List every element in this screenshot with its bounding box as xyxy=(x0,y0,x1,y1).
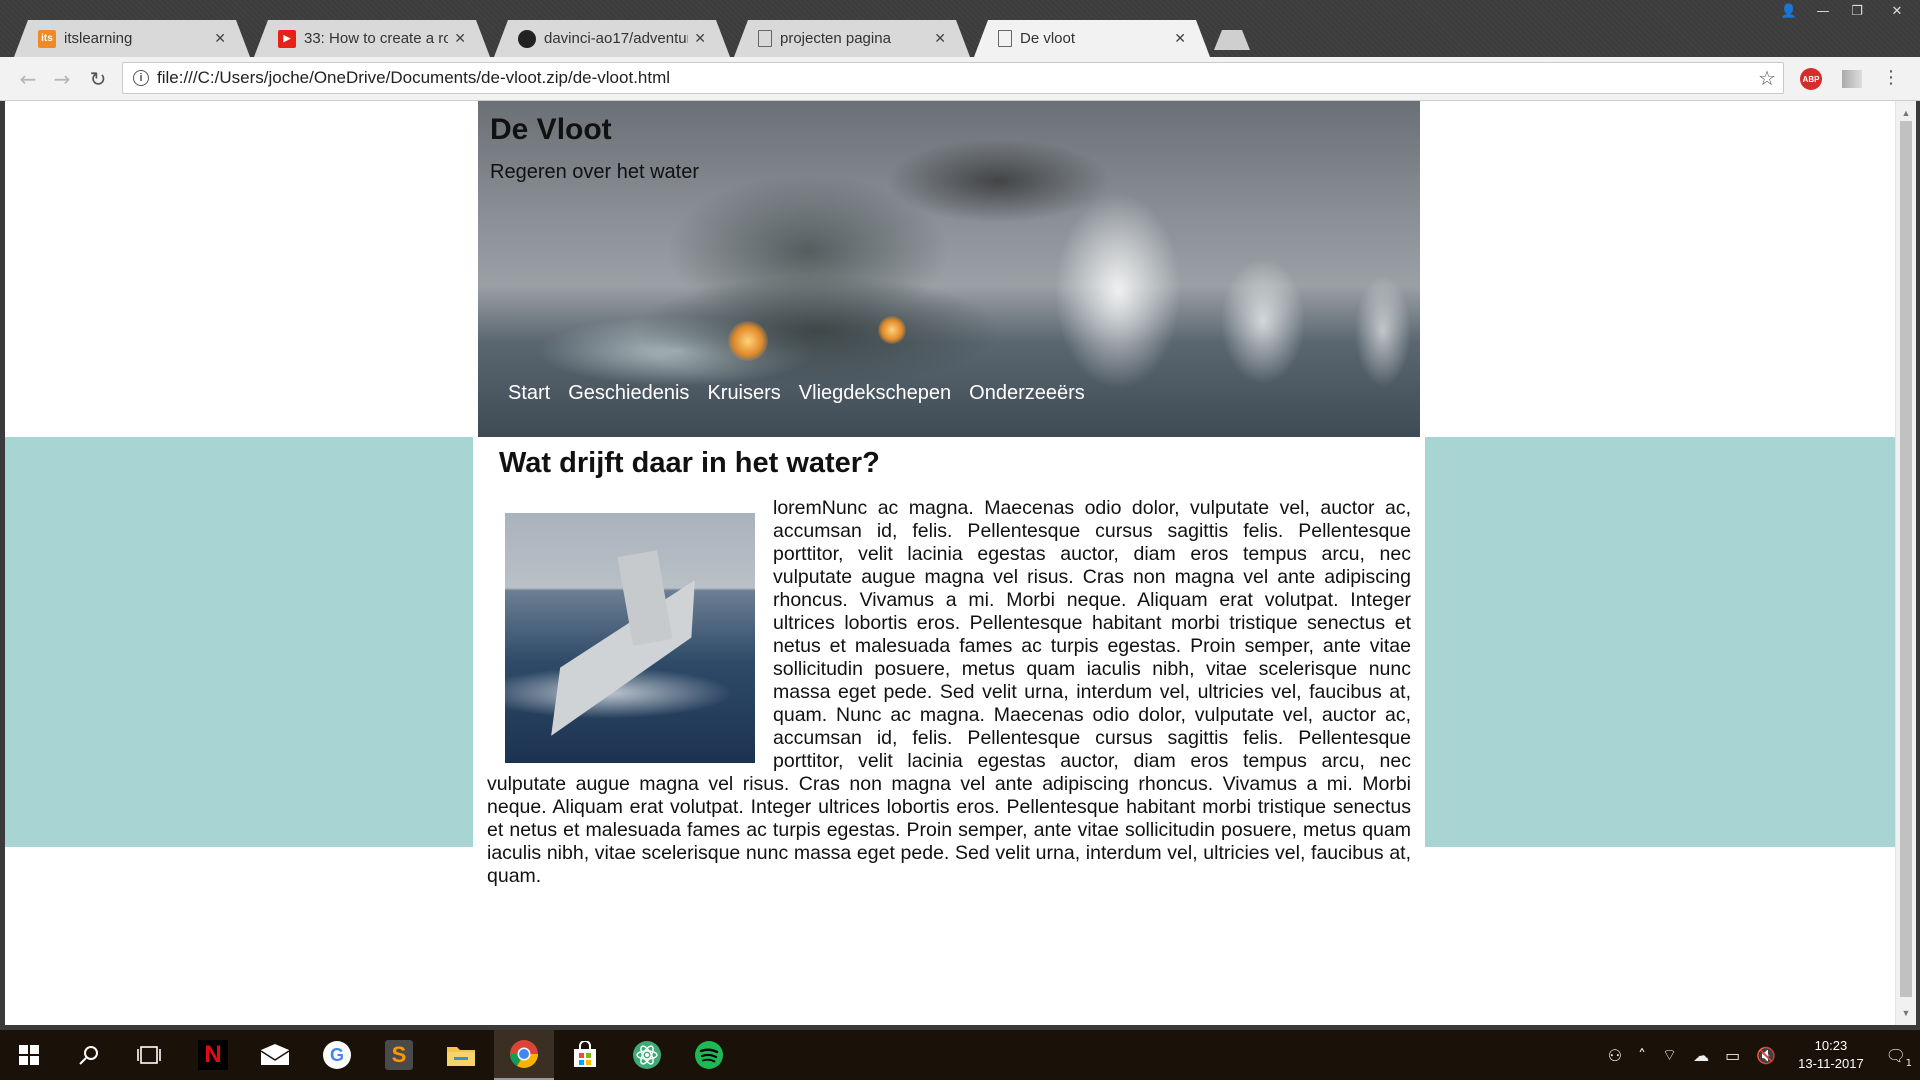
browser-toolbar: ← → ↻ i file:///C:/Users/joche/OneDrive/… xyxy=(0,57,1920,101)
tab-label: davinci-ao17/adventure- xyxy=(544,30,687,47)
tab-label: itslearning xyxy=(64,30,133,47)
spotify-icon[interactable] xyxy=(680,1030,738,1080)
section-heading: Wat drijft daar in het water? xyxy=(499,447,880,479)
tab-youtube[interactable]: ▶ 33: How to create a rotat ✕ xyxy=(254,20,490,57)
github-icon xyxy=(518,30,536,48)
tab-close-icon[interactable]: ✕ xyxy=(454,31,466,47)
tab-de-vloot[interactable]: De vloot ✕ xyxy=(974,20,1210,57)
store-icon[interactable] xyxy=(556,1030,614,1080)
system-tray: ⚇ ˄ ⌔ ☁ ▭ 🔇 10:23 13-11-2017 🗨 1 xyxy=(1600,1030,1920,1080)
nav-vliegdekschepen[interactable]: Vliegdekschepen xyxy=(799,382,951,405)
sublime-text-icon[interactable]: S xyxy=(370,1030,428,1080)
bookmark-star-icon[interactable]: ☆ xyxy=(1751,66,1783,90)
taskbar: N G S ⚇ ˄ ⌔ ☁ ▭ 🔇 10:23 13-11-2017 🗨 1 xyxy=(0,1030,1920,1080)
search-icon[interactable] xyxy=(60,1030,118,1080)
tab-itslearning[interactable]: its itslearning ✕ xyxy=(14,20,250,57)
notifications-icon[interactable]: 🗨 1 xyxy=(1886,1046,1912,1069)
site-subtitle: Regeren over het water xyxy=(490,161,700,183)
address-text[interactable]: file:///C:/Users/joche/OneDrive/Document… xyxy=(157,68,1751,88)
tab-strip: its itslearning ✕ ▶ 33: How to create a … xyxy=(14,20,1250,57)
main-nav: Start Geschiedenis Kruisers Vliegdeksche… xyxy=(508,382,1103,405)
document-icon xyxy=(758,30,772,47)
browser-titlebar: its itslearning ✕ ▶ 33: How to create a … xyxy=(0,0,1920,57)
task-view-icon[interactable] xyxy=(120,1030,178,1080)
menu-icon[interactable]: ⋮ xyxy=(1882,67,1900,88)
chrome-icon[interactable] xyxy=(494,1030,554,1080)
new-tab-button[interactable] xyxy=(1214,30,1250,50)
profile-icon[interactable]: 👤 xyxy=(1772,0,1806,22)
reload-icon[interactable]: ↻ xyxy=(84,65,112,93)
tab-label: 33: How to create a rotat xyxy=(304,30,449,47)
notification-count: 1 xyxy=(1905,1057,1912,1069)
atom-icon[interactable] xyxy=(618,1030,676,1080)
site-title: De Vloot xyxy=(490,113,612,146)
forward-icon[interactable]: → xyxy=(48,65,76,93)
wifi-icon[interactable]: ⌔ xyxy=(1662,1045,1677,1065)
tab-github[interactable]: davinci-ao17/adventure- ✕ xyxy=(494,20,730,57)
tab-label: De vloot xyxy=(1020,30,1076,47)
explosion-decoration xyxy=(728,321,768,361)
document-icon xyxy=(998,30,1012,47)
google-icon[interactable]: G xyxy=(308,1030,366,1080)
tab-projecten[interactable]: projecten pagina ✕ xyxy=(734,20,970,57)
battery-icon[interactable]: ▭ xyxy=(1725,1046,1740,1065)
youtube-icon: ▶ xyxy=(278,30,296,48)
volume-muted-icon[interactable]: 🔇 xyxy=(1756,1046,1776,1065)
maximize-icon[interactable]: ❐ xyxy=(1840,0,1874,22)
window-controls: 👤 — ❐ ✕ xyxy=(1772,0,1920,22)
address-bar[interactable]: i file:///C:/Users/joche/OneDrive/Docume… xyxy=(122,62,1784,94)
clock-date: 13-11-2017 xyxy=(1798,1056,1864,1071)
itslearning-icon: its xyxy=(38,30,56,48)
clock[interactable]: 10:23 13-11-2017 xyxy=(1798,1037,1864,1073)
warship-image xyxy=(505,513,755,763)
page-viewport: De Vloot Regeren over het water Start Ge… xyxy=(5,101,1895,1025)
back-icon[interactable]: ← xyxy=(14,65,42,93)
people-icon[interactable]: ⚇ xyxy=(1608,1046,1622,1065)
tab-label: projecten pagina xyxy=(780,30,891,47)
nav-kruisers[interactable]: Kruisers xyxy=(707,382,780,405)
netflix-icon[interactable]: N xyxy=(184,1030,242,1080)
start-icon[interactable] xyxy=(0,1030,58,1080)
tab-close-icon[interactable]: ✕ xyxy=(214,31,226,47)
nav-geschiedenis[interactable]: Geschiedenis xyxy=(568,382,689,405)
scroll-thumb[interactable] xyxy=(1900,121,1912,997)
onedrive-icon[interactable]: ☁ xyxy=(1693,1046,1709,1065)
main-content: Wat drijft daar in het water? loremNunc … xyxy=(473,437,1425,887)
nav-start[interactable]: Start xyxy=(508,382,550,405)
info-icon[interactable]: i xyxy=(133,70,149,86)
article-text-block: loremNunc ac magna. Maecenas odio dolor,… xyxy=(487,497,1411,888)
explosion-decoration xyxy=(878,316,906,344)
scroll-up-icon[interactable]: ▲ xyxy=(1896,105,1916,121)
mail-icon[interactable] xyxy=(246,1030,304,1080)
nav-onderzeeers[interactable]: Onderzeeërs xyxy=(969,382,1085,405)
tab-close-icon[interactable]: ✕ xyxy=(934,31,946,47)
close-window-icon[interactable]: ✕ xyxy=(1874,0,1920,22)
scroll-down-icon[interactable]: ▼ xyxy=(1896,1005,1916,1021)
tab-close-icon[interactable]: ✕ xyxy=(694,31,706,47)
page-header: De Vloot Regeren over het water Start Ge… xyxy=(478,101,1420,437)
file-explorer-icon[interactable] xyxy=(432,1030,490,1080)
tab-close-icon[interactable]: ✕ xyxy=(1174,31,1186,47)
clock-time: 10:23 xyxy=(1814,1038,1848,1053)
extension-icon[interactable] xyxy=(1842,70,1862,88)
adblock-plus-icon[interactable]: ABP xyxy=(1800,68,1822,90)
minimize-icon[interactable]: — xyxy=(1806,0,1840,22)
page-scrollbar[interactable]: ▲ ▼ xyxy=(1895,101,1916,1025)
chevron-up-icon[interactable]: ˄ xyxy=(1638,1046,1646,1065)
